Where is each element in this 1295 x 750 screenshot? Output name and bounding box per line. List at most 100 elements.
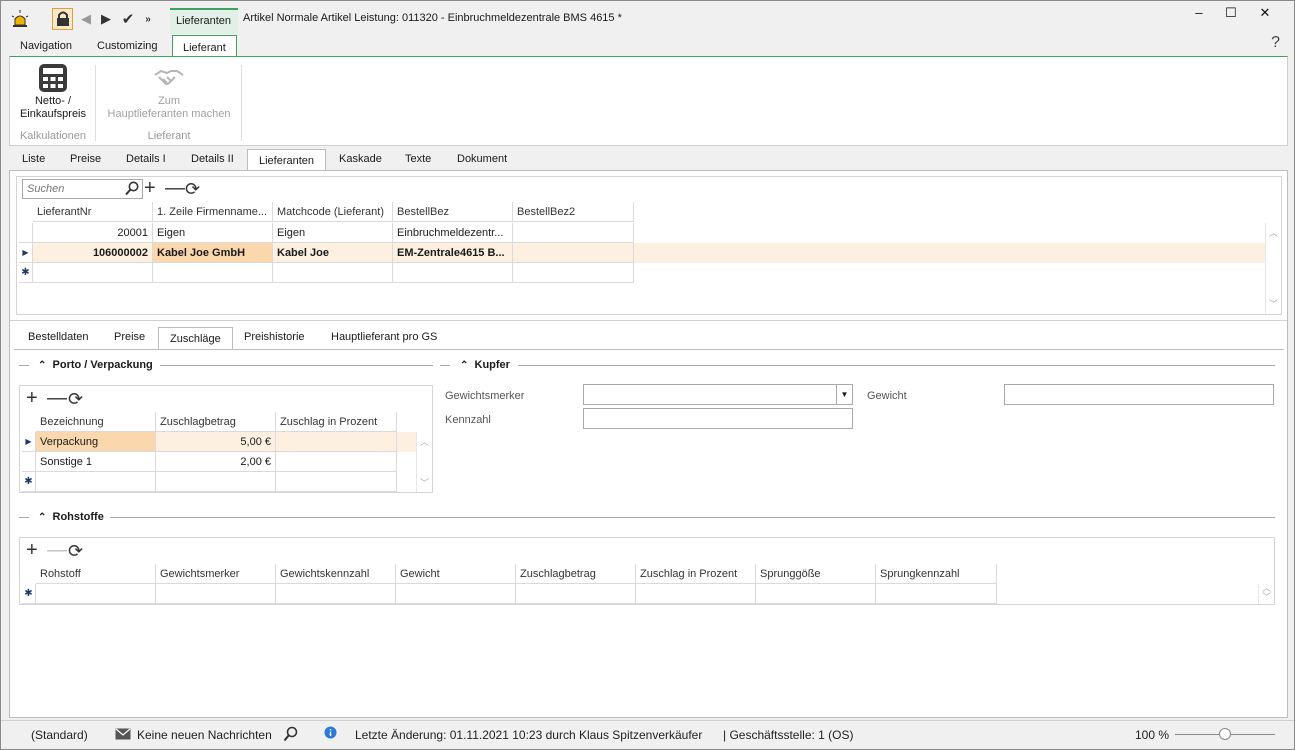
search-icon[interactable] <box>283 726 298 745</box>
tab-texte[interactable]: Texte <box>405 153 431 165</box>
column-header-zuschlagbetrag[interactable]: Zuschlagbetrag <box>156 412 276 432</box>
table-cell-zuschlag-prozent[interactable] <box>276 452 397 472</box>
tab-dokument[interactable]: Dokument <box>457 153 507 165</box>
porto-section-header[interactable]: ⌃ Porto / Verpackung <box>38 359 153 371</box>
table-cell-firmenname[interactable]: Eigen <box>153 223 273 243</box>
table-cell-matchcode[interactable]: Eigen <box>273 223 393 243</box>
kennzahl-field[interactable] <box>583 408 853 429</box>
row-indicator[interactable] <box>19 223 33 243</box>
check-icon[interactable]: ✔ <box>119 8 137 30</box>
column-header-zuschlag-prozent[interactable]: Zuschlag in Prozent <box>636 564 756 584</box>
minimize-button[interactable]: ‒ <box>1189 5 1209 21</box>
subtab-hauptlieferant-pro-gs[interactable]: Hauptlieferant pro GS <box>331 331 437 343</box>
rohstoffe-section-header[interactable]: ⌃ Rohstoffe <box>38 511 104 523</box>
vertical-scrollbar[interactable]: ︿ ﹀ <box>1265 223 1281 314</box>
new-row-cell[interactable] <box>276 584 396 604</box>
table-cell-zuschlagbetrag[interactable]: 2,00 € <box>156 452 276 472</box>
subtab-bestelldaten[interactable]: Bestelldaten <box>28 331 89 343</box>
refresh-icon[interactable]: ⟳ <box>68 389 83 409</box>
table-cell-bestellbez[interactable]: EM-Zentrale4615 B... <box>393 243 513 263</box>
new-row-indicator[interactable]: ✱ <box>19 263 33 283</box>
subtab-zuschlaege[interactable]: Zuschläge <box>158 327 233 349</box>
add-icon[interactable]: + <box>144 178 156 198</box>
column-header-sprungkennzahl[interactable]: Sprungkennzahl <box>876 564 997 584</box>
back-icon[interactable]: ◀ <box>79 8 93 30</box>
tab-details-2[interactable]: Details II <box>191 153 234 165</box>
new-row-cell[interactable] <box>276 472 397 492</box>
column-header-sprunggroesse[interactable]: Sprunggöße <box>756 564 876 584</box>
zoom-slider-thumb[interactable] <box>1219 728 1231 740</box>
table-cell-lieferantnr[interactable]: 20001 <box>33 223 153 243</box>
new-row-indicator[interactable]: ✱ <box>22 472 36 492</box>
column-header-zuschlagbetrag[interactable]: Zuschlagbetrag <box>516 564 636 584</box>
new-row-cell[interactable] <box>33 263 153 283</box>
table-cell-lieferantnr[interactable]: 106000002 <box>33 243 153 263</box>
column-header-matchcode[interactable]: Matchcode (Lieferant) <box>273 202 393 222</box>
table-cell-bezeichnung[interactable]: Sonstige 1 <box>36 452 156 472</box>
new-row-cell[interactable] <box>393 263 513 283</box>
new-row-cell[interactable] <box>396 584 516 604</box>
kupfer-section-header[interactable]: ⌃ Kupfer <box>460 359 510 371</box>
new-row-cell[interactable] <box>273 263 393 283</box>
tab-preise[interactable]: Preise <box>70 153 101 165</box>
search-icon[interactable] <box>125 181 139 199</box>
current-row-indicator[interactable]: ▶ <box>19 243 33 263</box>
gewicht-field[interactable] <box>1004 384 1274 405</box>
new-row-cell[interactable] <box>36 472 156 492</box>
gewichtsmerker-dropdown[interactable]: ▼ <box>583 384 853 405</box>
netto-einkaufspreis-button[interactable]: Netto- / Einkaufspreis <box>14 63 92 121</box>
new-row-cell[interactable] <box>156 472 276 492</box>
column-header-lieferantnr[interactable]: LieferantNr <box>33 202 153 222</box>
table-cell-bestellbez[interactable]: Einbruchmeldezentr... <box>393 223 513 243</box>
add-icon[interactable]: + <box>26 540 38 560</box>
new-row-cell[interactable] <box>36 584 156 604</box>
table-cell-zuschlagbetrag[interactable]: 5,00 € <box>156 432 276 452</box>
subtab-preishistorie[interactable]: Preishistorie <box>244 331 305 343</box>
close-button[interactable]: ✕ <box>1255 5 1275 21</box>
ribbon-tab-navigation[interactable]: Navigation <box>20 40 72 52</box>
current-row-indicator[interactable]: ▶ <box>22 432 36 452</box>
more-icon[interactable]: » <box>141 8 155 30</box>
remove-icon[interactable]: — <box>165 178 185 198</box>
collapse-icon[interactable]: ⌃ <box>38 360 46 371</box>
column-header-gewichtskennzahl[interactable]: Gewichtskennzahl <box>276 564 396 584</box>
maximize-button[interactable]: ☐ <box>1221 5 1241 21</box>
ribbon-tab-lieferant[interactable]: Lieferant <box>172 35 237 57</box>
column-header-bezeichnung[interactable]: Bezeichnung <box>36 412 156 432</box>
new-row-cell[interactable] <box>513 263 634 283</box>
help-icon[interactable]: ? <box>1271 34 1280 52</box>
search-input[interactable] <box>23 180 121 198</box>
siren-icon[interactable] <box>9 8 31 30</box>
collapse-icon[interactable]: ⌃ <box>460 360 468 371</box>
table-cell-firmenname[interactable]: Kabel Joe GmbH <box>153 243 273 263</box>
profile-status[interactable]: (Standard) <box>31 728 88 742</box>
forward-icon[interactable]: ▶ <box>99 8 113 30</box>
table-cell-matchcode[interactable]: Kabel Joe <box>273 243 393 263</box>
table-cell-zuschlag-prozent[interactable] <box>276 432 397 452</box>
messages-status[interactable]: Keine neuen Nachrichten <box>137 728 272 742</box>
column-header-rohstoff[interactable]: Rohstoff <box>36 564 156 584</box>
column-header-gewicht[interactable]: Gewicht <box>396 564 516 584</box>
add-icon[interactable]: + <box>26 388 38 408</box>
new-row-indicator[interactable]: ✱ <box>22 584 36 604</box>
refresh-icon[interactable]: ⟳ <box>185 179 200 199</box>
remove-icon[interactable]: — <box>47 388 67 408</box>
table-cell-bestellbez2[interactable] <box>513 223 634 243</box>
column-header-bestellbez2[interactable]: BestellBez2 <box>513 202 634 222</box>
collapse-icon[interactable]: ⌃ <box>38 512 46 523</box>
chevron-down-icon[interactable]: ▼ <box>836 385 852 404</box>
table-cell-bestellbez2[interactable] <box>513 243 634 263</box>
tab-liste[interactable]: Liste <box>22 153 45 165</box>
new-row-cell[interactable] <box>516 584 636 604</box>
lock-icon[interactable] <box>52 8 73 30</box>
refresh-icon[interactable]: ⟳ <box>68 541 83 561</box>
new-row-cell[interactable] <box>153 263 273 283</box>
column-header-firmenname[interactable]: 1. Zeile Firmenname... <box>153 202 273 222</box>
tab-details-1[interactable]: Details I <box>126 153 166 165</box>
vertical-scrollbar[interactable]: ︿ ﹀ <box>1258 584 1274 604</box>
splitter[interactable] <box>10 320 1287 321</box>
hauptlieferant-button[interactable]: Zum Hauptlieferanten machen <box>102 63 236 121</box>
search-box[interactable] <box>22 179 143 199</box>
new-row-cell[interactable] <box>876 584 997 604</box>
subtab-preise[interactable]: Preise <box>114 331 145 343</box>
